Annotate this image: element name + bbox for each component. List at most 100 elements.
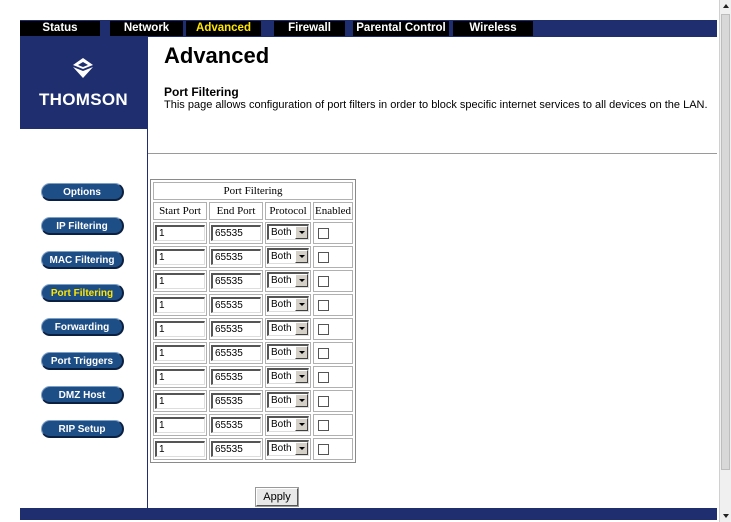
protocol-value: Both <box>271 418 292 430</box>
end-port-input[interactable] <box>211 297 261 313</box>
enabled-checkbox[interactable] <box>318 299 329 311</box>
protocol-select[interactable]: Both <box>267 415 309 432</box>
main-content: Advanced Port Filtering This page allows… <box>148 37 717 508</box>
end-port-input[interactable] <box>211 345 261 361</box>
protocol-select[interactable]: Both <box>267 391 309 408</box>
protocol-value: Both <box>271 226 292 238</box>
end-port-input[interactable] <box>211 441 261 457</box>
chevron-down-icon[interactable] <box>295 297 308 311</box>
table-row: Both <box>153 366 354 388</box>
start-port-input[interactable] <box>155 321 205 337</box>
tab-network[interactable]: Network <box>110 21 183 36</box>
scroll-up-arrow-icon[interactable] <box>720 0 731 12</box>
sidebar-item-port-filtering[interactable]: Port Filtering <box>41 284 124 302</box>
start-port-input[interactable] <box>155 369 205 385</box>
enabled-checkbox[interactable] <box>318 347 329 359</box>
sidebar-item-forwarding[interactable]: Forwarding <box>41 318 124 336</box>
router-admin-frame: Status Network Advanced Firewall Parenta… <box>20 20 717 520</box>
scroll-down-arrow-icon[interactable] <box>720 510 731 522</box>
chevron-down-icon[interactable] <box>295 225 308 239</box>
top-navigation: Status Network Advanced Firewall Parenta… <box>20 20 717 37</box>
tab-status[interactable]: Status <box>20 21 100 36</box>
table-row: Both <box>153 246 354 268</box>
end-port-input[interactable] <box>211 249 261 265</box>
start-port-input[interactable] <box>155 417 205 433</box>
sidebar-item-dmz-host[interactable]: DMZ Host <box>41 386 124 404</box>
protocol-value: Both <box>271 274 292 286</box>
protocol-value: Both <box>271 442 292 454</box>
sidebar-item-rip-setup[interactable]: RIP Setup <box>41 420 124 438</box>
column-header-start-port: Start Port <box>153 202 207 220</box>
protocol-select[interactable]: Both <box>267 295 309 312</box>
table-row: Both <box>153 318 354 340</box>
chevron-down-icon[interactable] <box>295 441 308 455</box>
page-title: Advanced <box>164 43 270 68</box>
protocol-select[interactable]: Both <box>267 343 309 360</box>
enabled-checkbox[interactable] <box>318 395 329 407</box>
protocol-select[interactable]: Both <box>267 439 309 456</box>
tab-firewall[interactable]: Firewall <box>274 21 345 36</box>
protocol-select[interactable]: Both <box>267 319 309 336</box>
end-port-input[interactable] <box>211 393 261 409</box>
table-row: Both <box>153 222 354 244</box>
end-port-input[interactable] <box>211 273 261 289</box>
brand-logo: THOMSON <box>20 37 147 129</box>
protocol-value: Both <box>271 322 292 334</box>
table-row: Both <box>153 390 354 412</box>
enabled-checkbox[interactable] <box>318 251 329 263</box>
protocol-value: Both <box>271 370 292 382</box>
tab-wireless[interactable]: Wireless <box>453 21 533 36</box>
end-port-input[interactable] <box>211 225 261 241</box>
start-port-input[interactable] <box>155 297 205 313</box>
bottom-bar <box>20 508 717 520</box>
brand-name: THOMSON <box>39 90 128 109</box>
sidebar-item-options[interactable]: Options <box>41 183 124 201</box>
table-row: Both <box>153 342 354 364</box>
divider <box>148 153 717 154</box>
scroll-thumb[interactable] <box>721 14 730 470</box>
table-row: Both <box>153 438 354 460</box>
chevron-down-icon[interactable] <box>295 369 308 383</box>
enabled-checkbox[interactable] <box>318 227 329 239</box>
chevron-down-icon[interactable] <box>295 321 308 335</box>
page-description: This page allows configuration of port f… <box>164 99 708 111</box>
end-port-input[interactable] <box>211 369 261 385</box>
sidebar-item-mac-filtering[interactable]: MAC Filtering <box>41 251 124 269</box>
chevron-down-icon[interactable] <box>295 249 308 263</box>
start-port-input[interactable] <box>155 345 205 361</box>
column-header-enabled: Enabled <box>313 202 354 220</box>
end-port-input[interactable] <box>211 321 261 337</box>
sidebar-item-ip-filtering[interactable]: IP Filtering <box>41 217 124 235</box>
column-header-end-port: End Port <box>209 202 263 220</box>
protocol-select[interactable]: Both <box>267 247 309 264</box>
protocol-value: Both <box>271 250 292 262</box>
start-port-input[interactable] <box>155 249 205 265</box>
chevron-down-icon[interactable] <box>295 417 308 431</box>
start-port-input[interactable] <box>155 441 205 457</box>
enabled-checkbox[interactable] <box>318 419 329 431</box>
enabled-checkbox[interactable] <box>318 371 329 383</box>
vertical-scrollbar[interactable] <box>719 0 731 522</box>
protocol-value: Both <box>271 346 292 358</box>
tab-parental-control[interactable]: Parental Control <box>353 21 449 36</box>
enabled-checkbox[interactable] <box>318 323 329 335</box>
table-title: Port Filtering <box>153 182 354 200</box>
enabled-checkbox[interactable] <box>318 275 329 287</box>
apply-button[interactable]: Apply <box>255 487 299 507</box>
chevron-down-icon[interactable] <box>295 273 308 287</box>
table-row: Both <box>153 270 354 292</box>
thomson-logo-icon <box>73 58 93 78</box>
protocol-select[interactable]: Both <box>267 223 309 240</box>
protocol-value: Both <box>271 394 292 406</box>
protocol-select[interactable]: Both <box>267 367 309 384</box>
chevron-down-icon[interactable] <box>295 393 308 407</box>
start-port-input[interactable] <box>155 273 205 289</box>
start-port-input[interactable] <box>155 225 205 241</box>
chevron-down-icon[interactable] <box>295 345 308 359</box>
start-port-input[interactable] <box>155 393 205 409</box>
protocol-select[interactable]: Both <box>267 271 309 288</box>
enabled-checkbox[interactable] <box>318 443 329 455</box>
end-port-input[interactable] <box>211 417 261 433</box>
tab-advanced[interactable]: Advanced <box>186 21 261 36</box>
sidebar-item-port-triggers[interactable]: Port Triggers <box>41 352 124 370</box>
